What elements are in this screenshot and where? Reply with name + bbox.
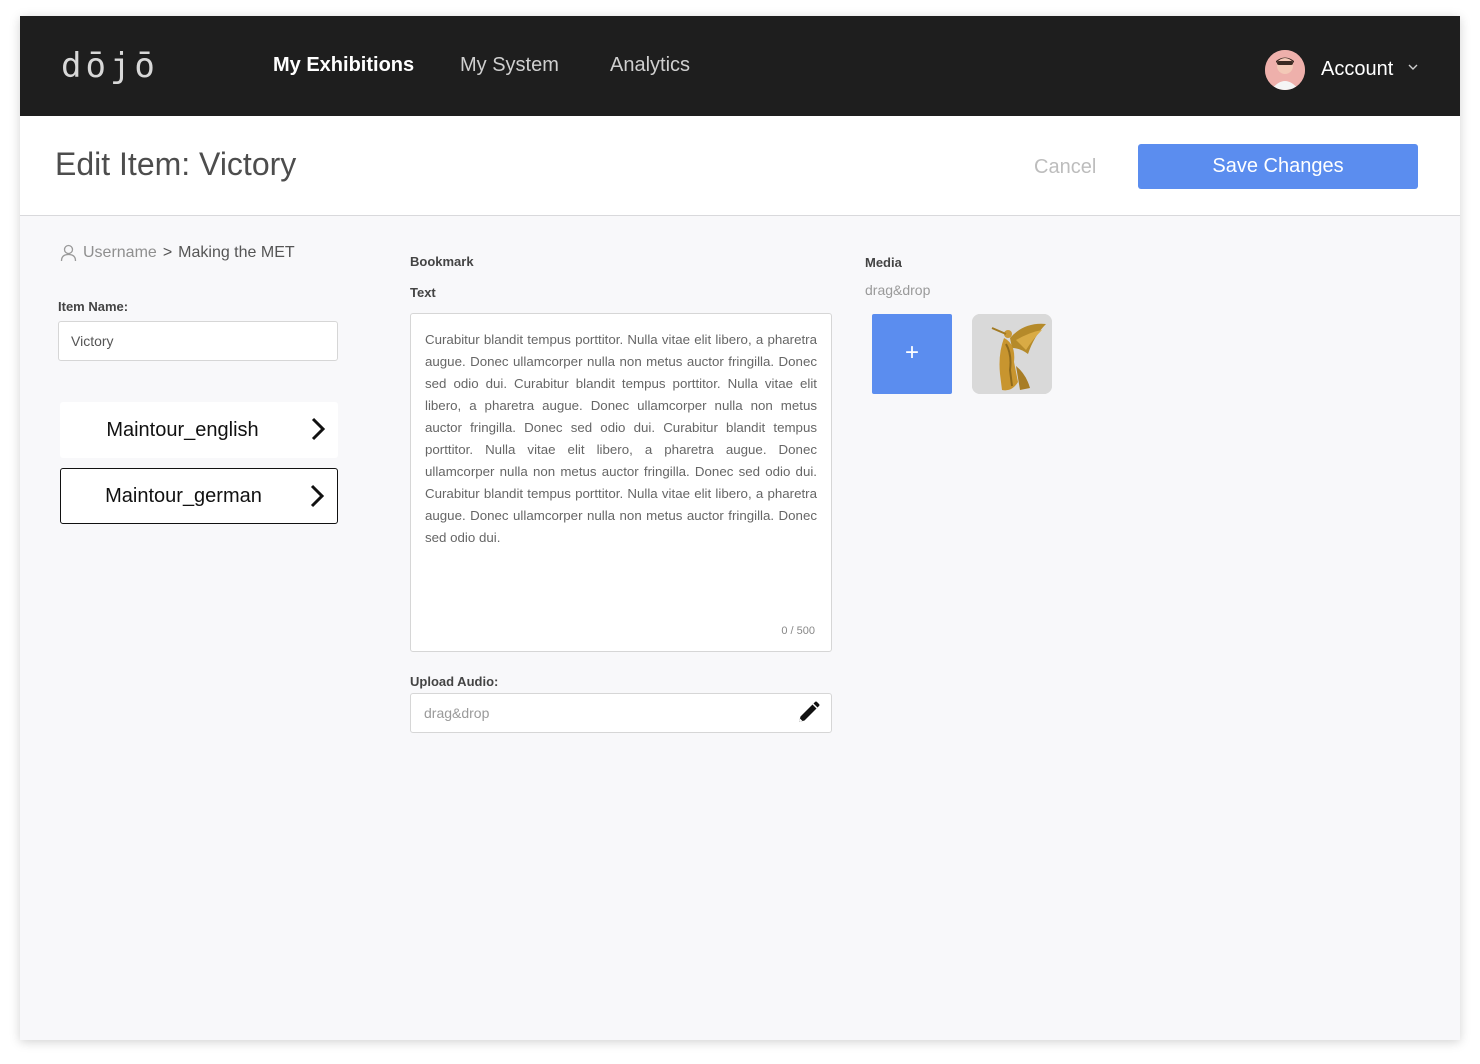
nav-my-system[interactable]: My System: [460, 54, 559, 77]
bookmark-text-area[interactable]: Curabitur blandit tempus porttitor. Null…: [410, 313, 832, 652]
account-menu[interactable]: Account: [1321, 58, 1393, 81]
avatar-image: [1265, 50, 1305, 90]
tour-item-label: Maintour_english: [106, 418, 259, 441]
page-header: Edit Item: Victory Cancel Save Changes: [20, 116, 1460, 216]
breadcrumb: Username > Making the MET: [60, 244, 295, 262]
top-nav: dōjō My Exhibitions My System Analytics …: [20, 16, 1460, 116]
media-hint: drag&drop: [865, 282, 931, 298]
breadcrumb-user[interactable]: Username: [83, 244, 157, 262]
cancel-button[interactable]: Cancel: [1034, 156, 1096, 179]
statue-image: [972, 314, 1052, 394]
audio-placeholder: drag&drop: [424, 705, 490, 721]
chevron-right-icon: [311, 417, 326, 441]
media-thumbnail[interactable]: [972, 314, 1052, 394]
chevron-down-icon[interactable]: [1408, 60, 1418, 74]
add-media-button[interactable]: +: [872, 314, 952, 394]
bookmark-text-value: Curabitur blandit tempus porttitor. Null…: [425, 332, 817, 545]
item-name-label: Item Name:: [58, 299, 129, 314]
tour-item-label: Maintour_german: [105, 484, 262, 507]
pencil-icon[interactable]: [795, 700, 821, 726]
avatar[interactable]: [1265, 50, 1305, 90]
tour-item-german[interactable]: Maintour_german: [60, 468, 338, 524]
media-label: Media: [865, 255, 902, 270]
chevron-right-icon: [310, 484, 325, 508]
nav-analytics[interactable]: Analytics: [610, 54, 690, 77]
upload-audio-dropzone[interactable]: drag&drop: [410, 693, 832, 733]
breadcrumb-separator: >: [162, 244, 173, 261]
tour-item-english[interactable]: Maintour_english: [60, 402, 338, 458]
upload-audio-label: Upload Audio:: [410, 674, 499, 689]
save-changes-button[interactable]: Save Changes: [1138, 144, 1418, 189]
page-title: Edit Item: Victory: [55, 146, 297, 182]
text-label: Text: [410, 285, 436, 300]
app-window: dōjō My Exhibitions My System Analytics …: [20, 16, 1460, 1040]
nav-my-exhibitions[interactable]: My Exhibitions: [273, 54, 414, 77]
item-name-input[interactable]: Victory: [58, 321, 338, 361]
app-logo[interactable]: dōjō: [61, 46, 159, 86]
character-counter: 0 / 500: [781, 625, 815, 637]
breadcrumb-current[interactable]: Making the MET: [178, 244, 294, 262]
bookmark-label: Bookmark: [410, 254, 474, 269]
user-icon: [60, 244, 77, 262]
